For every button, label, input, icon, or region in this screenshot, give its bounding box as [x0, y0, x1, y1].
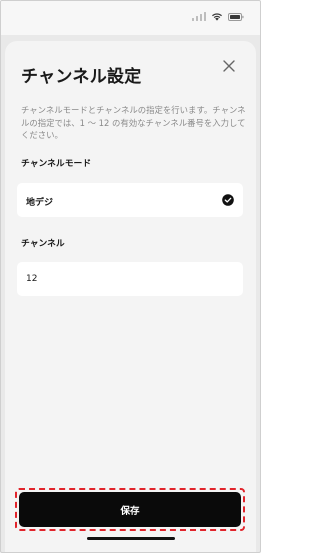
close-icon[interactable]	[221, 58, 237, 74]
channel-number-input[interactable]	[17, 262, 243, 296]
channel-mode-value: 地デジ	[26, 198, 54, 208]
check-circle-icon	[222, 194, 234, 206]
channel-mode-option[interactable]: 地デジ	[17, 183, 243, 217]
save-button[interactable]: 保存	[19, 492, 241, 527]
battery-icon	[228, 12, 244, 21]
sheet-title: チャンネル設定	[21, 67, 142, 87]
status-bar	[1, 1, 260, 35]
signal-icon	[191, 12, 206, 21]
channel-mode-label: チャンネルモード	[21, 159, 92, 169]
wifi-icon	[211, 12, 223, 21]
channel-settings-sheet: チャンネル設定 チャンネルモードとチャンネルの指定を行います。チャンネルの指定で…	[5, 41, 256, 552]
channel-label: チャンネル	[21, 239, 65, 249]
phone-frame: チャンネル設定 チャンネルモードとチャンネルの指定を行います。チャンネルの指定で…	[0, 0, 261, 553]
sheet-description: チャンネルモードとチャンネルの指定を行います。チャンネルの指定では、1 〜 12…	[21, 105, 246, 140]
home-indicator	[87, 537, 175, 540]
status-icons	[191, 12, 245, 21]
